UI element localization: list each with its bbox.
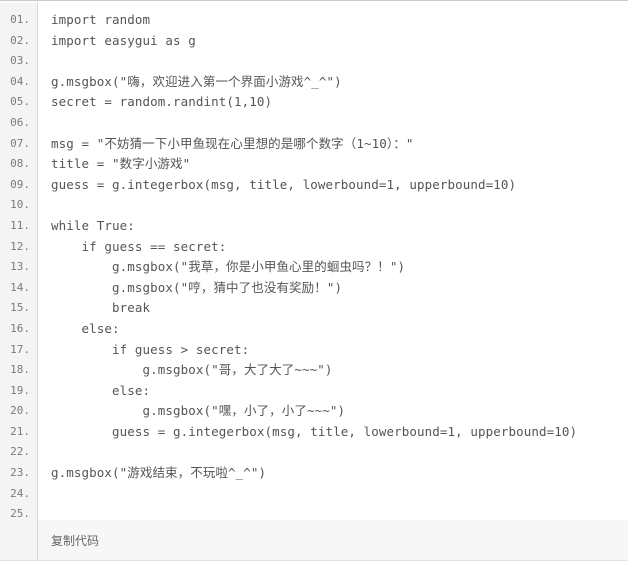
line-number: 19. <box>10 383 30 397</box>
line-number: 21. <box>10 424 30 438</box>
code-line: g.msgbox("嗨，欢迎进入第一个界面小游戏^_^") <box>51 73 342 89</box>
code-line: g.msgbox("游戏结束，不玩啦^_^") <box>51 465 267 481</box>
line-number: 01. <box>10 13 30 26</box>
line-number: 09. <box>10 177 30 191</box>
code-block: 01. 02. 03. 04. 05. 06. 07. 08. 09. 10. … <box>0 0 628 561</box>
code-line: g.msgbox("嘿，小了，小了~~~") <box>51 403 346 419</box>
code-line: guess = g.integerbox(msg, title, lowerbo… <box>51 423 578 439</box>
line-number: 17. <box>10 342 30 356</box>
line-number: 23. <box>10 466 30 480</box>
code-line: else: <box>51 320 120 336</box>
code-line: break <box>51 300 151 316</box>
line-number: 13. <box>10 260 30 274</box>
line-number: 10. <box>10 198 30 212</box>
line-number: 15. <box>10 301 30 315</box>
line-number: 05. <box>10 95 30 109</box>
line-number: 16. <box>10 321 30 335</box>
code-line: msg = "不妨猜一下小甲鱼现在心里想的是哪个数字（1~10）：" <box>51 135 414 151</box>
code-content[interactable]: import random import easygui as g g.msgb… <box>38 1 628 520</box>
copy-code-button[interactable]: 复制代码 <box>51 532 99 549</box>
line-number: 12. <box>10 239 30 253</box>
code-line: if guess == secret: <box>51 238 227 254</box>
line-number: 03. <box>10 54 30 68</box>
line-number: 04. <box>10 74 30 88</box>
code-line: if guess > secret: <box>51 341 250 357</box>
code-line: guess = g.integerbox(msg, title, lowerbo… <box>51 176 517 192</box>
line-number: 08. <box>10 157 30 171</box>
line-number: 02. <box>10 33 30 47</box>
line-number: 22. <box>10 445 30 459</box>
code-footer: 复制代码 <box>0 520 628 560</box>
code-line: secret = random.randint(1,10) <box>51 94 273 110</box>
line-number: 07. <box>10 136 30 150</box>
line-number: 11. <box>10 218 30 232</box>
code-line: import easygui as g <box>51 32 196 48</box>
line-number: 14. <box>10 280 30 294</box>
code-line: g.msgbox("我草，你是小甲鱼心里的蛔虫吗？！") <box>51 259 406 275</box>
code-line: g.msgbox("哥，大了大了~~~") <box>51 362 333 378</box>
code-body: 01. 02. 03. 04. 05. 06. 07. 08. 09. 10. … <box>0 1 628 520</box>
code-line: while True: <box>51 217 135 233</box>
code-line: else: <box>51 382 151 398</box>
line-number-gutter: 01. 02. 03. 04. 05. 06. 07. 08. 09. 10. … <box>0 1 38 520</box>
line-number: 06. <box>10 115 30 129</box>
line-number: 25. <box>10 507 30 520</box>
code-line: g.msgbox("哼，猜中了也没有奖励！") <box>51 279 343 295</box>
code-line: title = "数字小游戏" <box>51 156 191 172</box>
footer-gutter-spacer <box>0 520 38 560</box>
code-line: import random <box>51 12 151 27</box>
line-number: 24. <box>10 486 30 500</box>
line-number: 20. <box>10 404 30 418</box>
line-number: 18. <box>10 363 30 377</box>
